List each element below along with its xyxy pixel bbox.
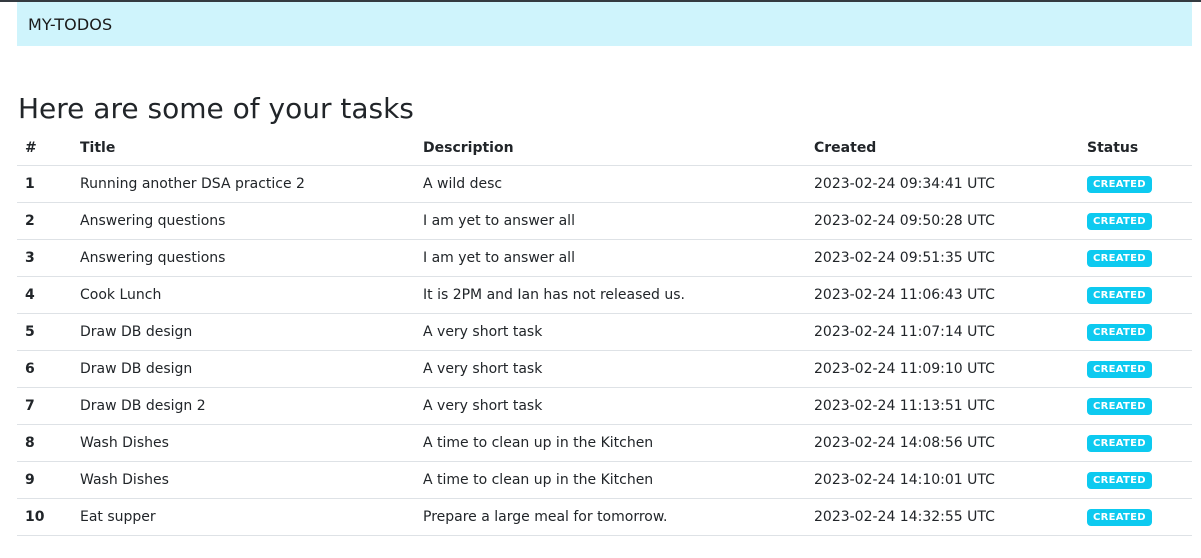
task-description: Prepare a large meal for tomorrow.	[415, 498, 806, 536]
task-created: 2023-02-24 14:10:01 UTC	[806, 461, 1079, 499]
brand-link[interactable]: MY-TODOS	[28, 15, 112, 34]
task-description: A very short task	[415, 387, 806, 425]
tasks-table: # Title Description Created Status 1 Run…	[17, 130, 1192, 536]
task-title: Answering questions	[72, 239, 415, 277]
column-header-status: Status	[1079, 130, 1192, 166]
task-status-cell: CREATED	[1079, 387, 1192, 425]
status-badge: CREATED	[1087, 398, 1152, 415]
table-row: 9 Wash Dishes A time to clean up in the …	[17, 461, 1192, 499]
task-title: Answering questions	[72, 202, 415, 240]
page-title: Here are some of your tasks	[18, 92, 414, 125]
task-number: 2	[17, 202, 72, 240]
task-title: Draw DB design	[72, 350, 415, 388]
task-created: 2023-02-24 11:06:43 UTC	[806, 276, 1079, 314]
task-description: A very short task	[415, 313, 806, 351]
task-number: 10	[17, 498, 72, 536]
main-content: Here are some of your tasks # Title Desc…	[17, 92, 1192, 536]
task-description: A time to clean up in the Kitchen	[415, 424, 806, 462]
status-badge: CREATED	[1087, 176, 1152, 193]
task-title: Wash Dishes	[72, 424, 415, 462]
task-number: 5	[17, 313, 72, 351]
status-badge: CREATED	[1087, 213, 1152, 230]
task-title: Draw DB design	[72, 313, 415, 351]
table-row: 5 Draw DB design A very short task 2023-…	[17, 313, 1192, 351]
table-row: 7 Draw DB design 2 A very short task 202…	[17, 387, 1192, 425]
navbar: MY-TODOS	[17, 2, 1192, 46]
task-status-cell: CREATED	[1079, 202, 1192, 240]
task-title: Draw DB design 2	[72, 387, 415, 425]
task-title: Running another DSA practice 2	[72, 165, 415, 203]
table-header: # Title Description Created Status	[17, 130, 1192, 166]
task-description: I am yet to answer all	[415, 202, 806, 240]
status-badge: CREATED	[1087, 509, 1152, 526]
task-created: 2023-02-24 11:07:14 UTC	[806, 313, 1079, 351]
table-row: 1 Running another DSA practice 2 A wild …	[17, 165, 1192, 203]
task-number: 6	[17, 350, 72, 388]
task-number: 1	[17, 165, 72, 203]
task-title: Wash Dishes	[72, 461, 415, 499]
table-row: 8 Wash Dishes A time to clean up in the …	[17, 424, 1192, 462]
status-badge: CREATED	[1087, 472, 1152, 489]
status-badge: CREATED	[1087, 250, 1152, 267]
task-status-cell: CREATED	[1079, 461, 1192, 499]
column-header-created: Created	[806, 130, 1079, 166]
task-title: Eat supper	[72, 498, 415, 536]
task-status-cell: CREATED	[1079, 239, 1192, 277]
task-number: 7	[17, 387, 72, 425]
task-status-cell: CREATED	[1079, 313, 1192, 351]
task-description: A wild desc	[415, 165, 806, 203]
task-created: 2023-02-24 09:34:41 UTC	[806, 165, 1079, 203]
table-row: 10 Eat supper Prepare a large meal for t…	[17, 498, 1192, 536]
task-number: 4	[17, 276, 72, 314]
task-description: A time to clean up in the Kitchen	[415, 461, 806, 499]
task-created: 2023-02-24 14:08:56 UTC	[806, 424, 1079, 462]
task-created: 2023-02-24 11:13:51 UTC	[806, 387, 1079, 425]
table-row: 4 Cook Lunch It is 2PM and Ian has not r…	[17, 276, 1192, 314]
column-header-title: Title	[72, 130, 415, 166]
task-status-cell: CREATED	[1079, 350, 1192, 388]
task-created: 2023-02-24 11:09:10 UTC	[806, 350, 1079, 388]
task-description: It is 2PM and Ian has not released us.	[415, 276, 806, 314]
task-created: 2023-02-24 09:50:28 UTC	[806, 202, 1079, 240]
task-number: 3	[17, 239, 72, 277]
table-row: 2 Answering questions I am yet to answer…	[17, 202, 1192, 240]
table-row: 3 Answering questions I am yet to answer…	[17, 239, 1192, 277]
status-badge: CREATED	[1087, 361, 1152, 378]
task-created: 2023-02-24 09:51:35 UTC	[806, 239, 1079, 277]
task-number: 9	[17, 461, 72, 499]
task-status-cell: CREATED	[1079, 165, 1192, 203]
status-badge: CREATED	[1087, 324, 1152, 341]
status-badge: CREATED	[1087, 435, 1152, 452]
column-header-description: Description	[415, 130, 806, 166]
table-row: 6 Draw DB design A very short task 2023-…	[17, 350, 1192, 388]
task-number: 8	[17, 424, 72, 462]
task-title: Cook Lunch	[72, 276, 415, 314]
task-status-cell: CREATED	[1079, 424, 1192, 462]
task-description: A very short task	[415, 350, 806, 388]
task-status-cell: CREATED	[1079, 498, 1192, 536]
table-header-row: # Title Description Created Status	[17, 130, 1192, 166]
task-description: I am yet to answer all	[415, 239, 806, 277]
task-created: 2023-02-24 14:32:55 UTC	[806, 498, 1079, 536]
task-status-cell: CREATED	[1079, 276, 1192, 314]
column-header-number: #	[17, 130, 72, 166]
status-badge: CREATED	[1087, 287, 1152, 304]
table-body: 1 Running another DSA practice 2 A wild …	[17, 165, 1192, 536]
